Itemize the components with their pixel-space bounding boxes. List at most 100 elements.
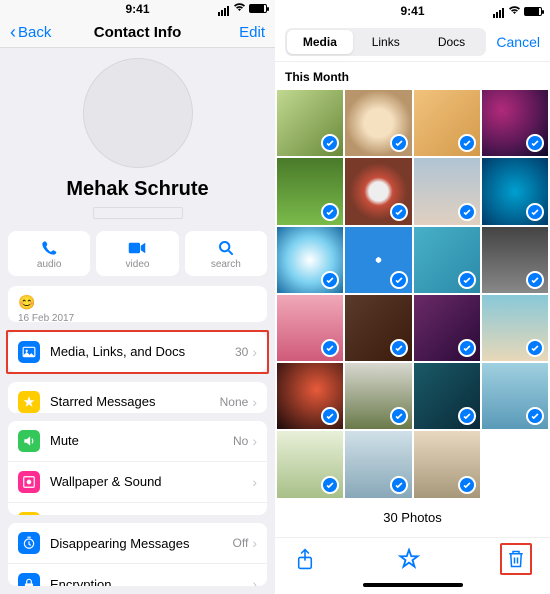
chevron-right-icon: › — [252, 433, 257, 449]
media-thumbnail[interactable] — [277, 431, 343, 497]
edit-button[interactable]: Edit — [239, 24, 265, 41]
check-icon — [526, 271, 544, 289]
avatar[interactable] — [83, 58, 193, 168]
timer-icon — [18, 532, 40, 554]
media-thumbnail[interactable] — [345, 295, 411, 361]
encryption-row[interactable]: Encryption › — [8, 563, 267, 586]
status-emoji: 😊 — [18, 294, 257, 311]
media-thumbnail[interactable] — [277, 295, 343, 361]
media-thumbnail[interactable] — [277, 90, 343, 156]
media-thumbnail[interactable] — [414, 158, 480, 224]
wifi-icon — [508, 5, 521, 18]
wallpaper-row[interactable]: Wallpaper & Sound › — [8, 461, 267, 502]
media-thumbnail[interactable] — [345, 431, 411, 497]
starred-messages-row[interactable]: Starred Messages None › — [8, 382, 267, 413]
mute-row[interactable]: Mute No › — [8, 421, 267, 461]
section-header: This Month — [275, 62, 550, 90]
status-date: 16 Feb 2017 — [18, 313, 257, 322]
nav-bar: ‹ Back Contact Info Edit — [0, 17, 275, 48]
media-thumbnail[interactable] — [345, 227, 411, 293]
battery-icon — [524, 7, 542, 16]
back-button[interactable]: ‹ Back — [10, 23, 51, 41]
media-thumbnail[interactable] — [482, 363, 548, 429]
media-thumbnail[interactable] — [414, 227, 480, 293]
chevron-right-icon: › — [252, 576, 257, 586]
signal-icon — [493, 4, 505, 18]
signal-icon — [218, 2, 230, 16]
check-icon — [526, 339, 544, 357]
segment-control: Media Links Docs — [285, 28, 486, 56]
photo-icon — [18, 341, 40, 363]
bottom-toolbar — [275, 537, 550, 581]
home-indicator[interactable] — [363, 583, 463, 587]
status-card[interactable]: 😊 16 Feb 2017 — [8, 286, 267, 322]
star-button[interactable] — [397, 547, 421, 571]
media-thumbnail[interactable] — [414, 90, 480, 156]
media-thumbnail[interactable] — [482, 90, 548, 156]
starred-label: Starred Messages — [50, 394, 220, 409]
media-thumbnail[interactable] — [277, 227, 343, 293]
media-thumbnail[interactable] — [414, 295, 480, 361]
tab-docs[interactable]: Docs — [419, 30, 485, 54]
tab-media[interactable]: Media — [287, 30, 353, 54]
media-thumbnail[interactable] — [345, 363, 411, 429]
media-thumbnail[interactable] — [414, 363, 480, 429]
battery-icon — [249, 4, 267, 13]
media-thumbnail[interactable] — [482, 295, 548, 361]
star-icon — [18, 391, 40, 413]
check-icon — [458, 271, 476, 289]
search-icon — [185, 239, 267, 257]
media-thumbnail[interactable] — [277, 363, 343, 429]
check-icon — [321, 203, 339, 221]
check-icon — [390, 271, 408, 289]
phone-icon — [8, 239, 90, 257]
check-icon — [458, 203, 476, 221]
media-count: 30 — [235, 345, 248, 359]
media-thumbnail[interactable] — [345, 158, 411, 224]
speaker-icon — [18, 430, 40, 452]
media-label: Media, Links, and Docs — [50, 344, 235, 359]
chevron-right-icon: › — [252, 474, 257, 490]
check-icon — [390, 407, 408, 425]
mute-value: No — [233, 434, 248, 448]
media-thumbnail[interactable] — [482, 158, 548, 224]
mute-label: Mute — [50, 433, 233, 448]
video-label: video — [96, 259, 178, 270]
media-thumbnail[interactable] — [345, 90, 411, 156]
cancel-button[interactable]: Cancel — [496, 34, 540, 50]
chevron-right-icon: › — [252, 344, 257, 360]
check-icon — [526, 407, 544, 425]
phone-number — [93, 207, 183, 219]
contact-name: Mehak Schrute — [0, 178, 275, 201]
check-icon — [321, 407, 339, 425]
media-thumbnail[interactable] — [277, 158, 343, 224]
check-icon — [390, 476, 408, 494]
media-thumbnail[interactable] — [414, 431, 480, 497]
share-button[interactable] — [293, 547, 317, 571]
check-icon — [458, 339, 476, 357]
check-icon — [321, 271, 339, 289]
check-icon — [526, 134, 544, 152]
camera-roll-row[interactable]: Save to Camera Roll Default › — [8, 502, 267, 515]
encryption-label: Encryption — [50, 577, 252, 586]
video-icon — [96, 239, 178, 257]
check-icon — [458, 134, 476, 152]
check-icon — [526, 203, 544, 221]
tab-links[interactable]: Links — [353, 30, 419, 54]
highlight-box: Media, Links, and Docs 30 › — [6, 330, 269, 374]
lock-icon — [18, 573, 40, 586]
video-button[interactable]: video — [96, 231, 178, 276]
disappearing-row[interactable]: Disappearing Messages Off › — [8, 523, 267, 563]
check-icon — [390, 339, 408, 357]
check-icon — [321, 476, 339, 494]
media-links-docs-row[interactable]: Media, Links, and Docs 30 › — [8, 332, 267, 372]
check-icon — [390, 203, 408, 221]
status-bar: 9:41 — [0, 0, 275, 17]
media-thumbnail[interactable] — [482, 227, 548, 293]
audio-button[interactable]: audio — [8, 231, 90, 276]
disappearing-value: Off — [233, 536, 249, 550]
delete-button[interactable] — [504, 547, 528, 571]
search-button[interactable]: search — [185, 231, 267, 276]
check-icon — [458, 476, 476, 494]
chevron-right-icon: › — [252, 394, 257, 410]
